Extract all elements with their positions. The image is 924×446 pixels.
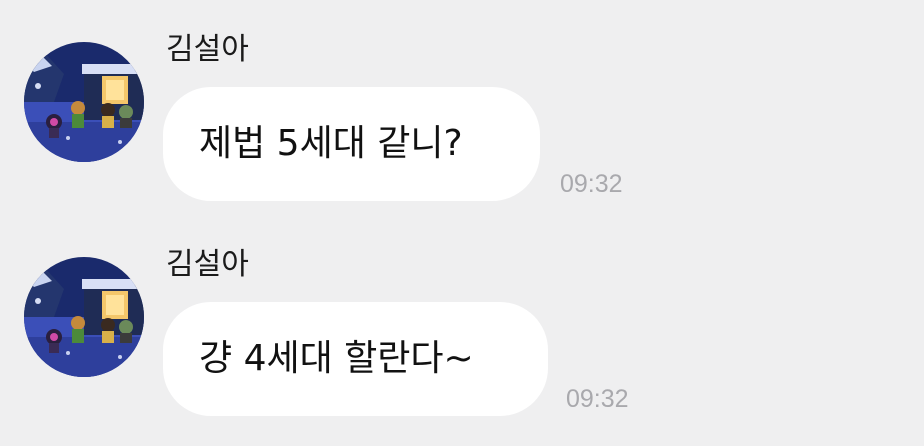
message-bubble[interactable]: 걍 4세대 할란다~ bbox=[163, 302, 548, 416]
message-text: 걍 4세대 할란다~ bbox=[199, 338, 474, 379]
message-timestamp: 09:32 bbox=[566, 385, 629, 413]
message-group: 김설아 걍 4세대 할란다~ 09:32 bbox=[0, 215, 924, 416]
avatar[interactable] bbox=[24, 42, 144, 162]
message-bubble[interactable]: 제법 5세대 같니? bbox=[163, 87, 540, 201]
message-text: 제법 5세대 같니? bbox=[199, 123, 463, 164]
message-timestamp: 09:32 bbox=[560, 170, 623, 198]
avatar-game-scene-icon bbox=[24, 257, 144, 377]
avatar[interactable] bbox=[24, 257, 144, 377]
sender-name: 김설아 bbox=[166, 32, 249, 67]
avatar-game-scene-icon bbox=[24, 42, 144, 162]
message-group: 김설아 제법 5세대 같니? 09:32 bbox=[0, 0, 924, 201]
sender-name: 김설아 bbox=[166, 247, 249, 282]
chat-thread: 김설아 제법 5세대 같니? 09:32 김설아 걍 4세대 할란다~ 09:3… bbox=[0, 0, 924, 446]
